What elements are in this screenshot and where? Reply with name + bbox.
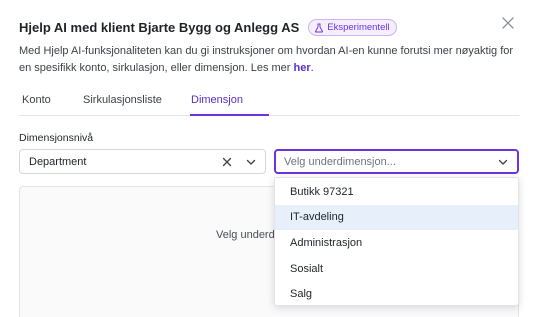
chevron-down-icon[interactable]	[239, 150, 263, 173]
subdimension-dropdown-menu: Butikk 97321 IT-avdeling Administrasjon …	[274, 177, 519, 306]
badge-label: Eksperimentell	[327, 22, 390, 33]
experimental-badge: Eksperimentell	[308, 19, 397, 36]
option-butikk-97321[interactable]: Butikk 97321	[275, 179, 518, 205]
read-more-link[interactable]: her	[294, 62, 311, 74]
active-tab-indicator	[190, 114, 269, 116]
clear-x-icon[interactable]	[215, 150, 239, 173]
ai-help-dialog: Hjelp AI med klient Bjarte Bygg og Anleg…	[0, 0, 538, 317]
option-it-avdeling[interactable]: IT-avdeling	[275, 204, 518, 231]
chevron-down-icon[interactable]	[491, 150, 515, 173]
subdimension-placeholder: Velg underdimensjon...	[284, 155, 396, 168]
subdimension-select[interactable]: Velg underdimensjon...	[274, 149, 519, 174]
tab-konto[interactable]: Konto	[22, 94, 51, 106]
option-administrasjon[interactable]: Administrasjon	[275, 230, 518, 256]
tab-sirkulasjonsliste[interactable]: Sirkulasjonsliste	[83, 94, 162, 106]
flask-icon	[314, 23, 324, 33]
dimension-level-label: Dimensjonsnivå	[19, 132, 94, 144]
dialog-description: Med Hjelp AI-funksjonaliteten kan du gi …	[19, 43, 519, 76]
dimension-level-value: Department	[29, 155, 87, 168]
dimension-level-select[interactable]: Department	[19, 149, 266, 174]
tab-dimensjon[interactable]: Dimensjon	[191, 94, 243, 106]
tab-bar: Konto Sirkulasjonsliste Dimensjon	[19, 88, 519, 116]
option-sosialt[interactable]: Sosialt	[275, 256, 518, 282]
description-end: .	[310, 61, 314, 74]
panel-hint-text: Velg underdi	[216, 229, 278, 241]
option-salg[interactable]: Salg	[275, 281, 518, 307]
close-icon[interactable]	[500, 15, 516, 31]
dialog-header: Hjelp AI med klient Bjarte Bygg og Anleg…	[19, 19, 498, 36]
description-text: Med Hjelp AI-funksjonaliteten kan du gi …	[19, 45, 514, 74]
dialog-title: Hjelp AI med klient Bjarte Bygg og Anleg…	[19, 20, 300, 35]
